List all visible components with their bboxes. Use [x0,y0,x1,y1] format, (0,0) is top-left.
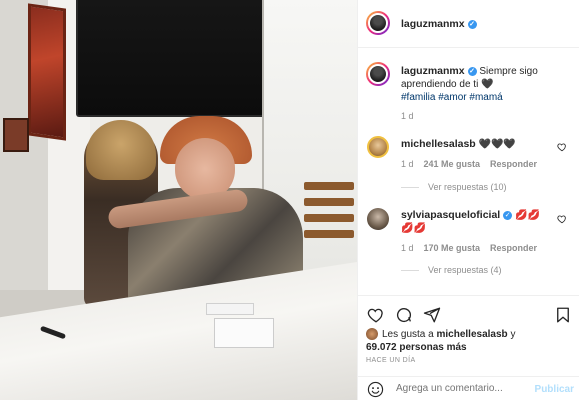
publish-button[interactable]: Publicar [535,384,574,395]
comment-time[interactable]: 1 d [401,243,414,253]
comment-meta: 1 d 170 Me gusta Responder [401,243,537,253]
comment: michellesalasb 🖤🖤🖤 [401,138,551,151]
post-timestamp[interactable]: HACE UN DÍA [366,357,416,364]
post-caption: laguzmanmx ✓ Siempre sigo aprendiendo de … [401,65,571,104]
verified-icon: ✓ [503,210,513,220]
view-replies-text[interactable]: Ver respuestas (4) [428,265,502,275]
add-comment-bar: Publicar [358,376,579,401]
painting [28,3,66,141]
post-details-panel: laguzmanmx ✓ laguzmanmx ✓ Siempre sigo apr… [357,0,579,400]
comment-like-heart-icon[interactable] [557,214,567,224]
view-replies[interactable]: Ver respuestas (10) [401,182,507,192]
verified-icon: ✓ [467,19,477,29]
bookmark-icon[interactable] [554,306,572,324]
television [76,0,266,117]
comment-username[interactable]: sylviapasqueloficial [401,209,500,221]
reply-button[interactable]: Responder [490,159,537,169]
hashtag-amor[interactable]: #amor [438,92,466,103]
liker-avatar [366,328,378,341]
verified-icon: ✓ [467,66,477,76]
paper-stack [214,318,274,348]
comment-input[interactable] [396,383,526,394]
comment-likes[interactable]: 170 Me gusta [424,243,481,253]
hashtag-mama[interactable]: #mamá [469,92,502,103]
small-painting [3,118,29,152]
comment-username[interactable]: michellesalasb [401,138,476,150]
view-replies-text[interactable]: Ver respuestas (10) [428,182,507,192]
author-username-text[interactable]: laguzmanmx [401,18,465,30]
heart-icon[interactable] [367,306,385,324]
comment: sylviapasqueloficial ✓ 💋💋💋💋 [401,209,551,235]
likes-prefix: Les gusta a [382,329,434,340]
caption-author-text[interactable]: laguzmanmx [401,65,465,77]
post-photo[interactable] [0,0,357,400]
likes-count[interactable]: 69.072 personas más [366,342,467,353]
likes-summary[interactable]: Les gusta a michellesalasb y 69.072 pers… [366,328,576,354]
chair [304,182,354,252]
commenter-avatar[interactable] [367,208,389,230]
emoji-icon[interactable] [367,381,384,398]
author-avatar[interactable] [366,11,390,35]
caption-author-avatar[interactable] [366,62,390,86]
post-header: laguzmanmx ✓ [358,0,579,48]
comment-like-heart-icon[interactable] [557,142,567,152]
liker-username[interactable]: michellesalasb [437,329,508,340]
likes-connector: y [510,329,516,340]
reply-button[interactable]: Responder [490,243,537,253]
author-username[interactable]: laguzmanmx ✓ [401,18,477,30]
commenter-avatar[interactable] [367,136,389,158]
caption-emoji: 🖤 [481,79,494,90]
action-bar [358,295,579,326]
comment-meta: 1 d 241 Me gusta Responder [401,159,537,169]
paper [206,303,254,315]
comment-icon[interactable] [395,306,413,324]
hashtag-familia[interactable]: #familia [401,92,435,103]
comment-text: 🖤🖤🖤 [478,139,516,150]
comment-likes[interactable]: 241 Me gusta [424,159,481,169]
comment-time[interactable]: 1 d [401,159,414,169]
caption-time[interactable]: 1 d [401,111,414,121]
share-icon[interactable] [423,306,441,324]
caption-author[interactable]: laguzmanmx ✓ [401,65,477,77]
view-replies[interactable]: Ver respuestas (4) [401,265,502,275]
